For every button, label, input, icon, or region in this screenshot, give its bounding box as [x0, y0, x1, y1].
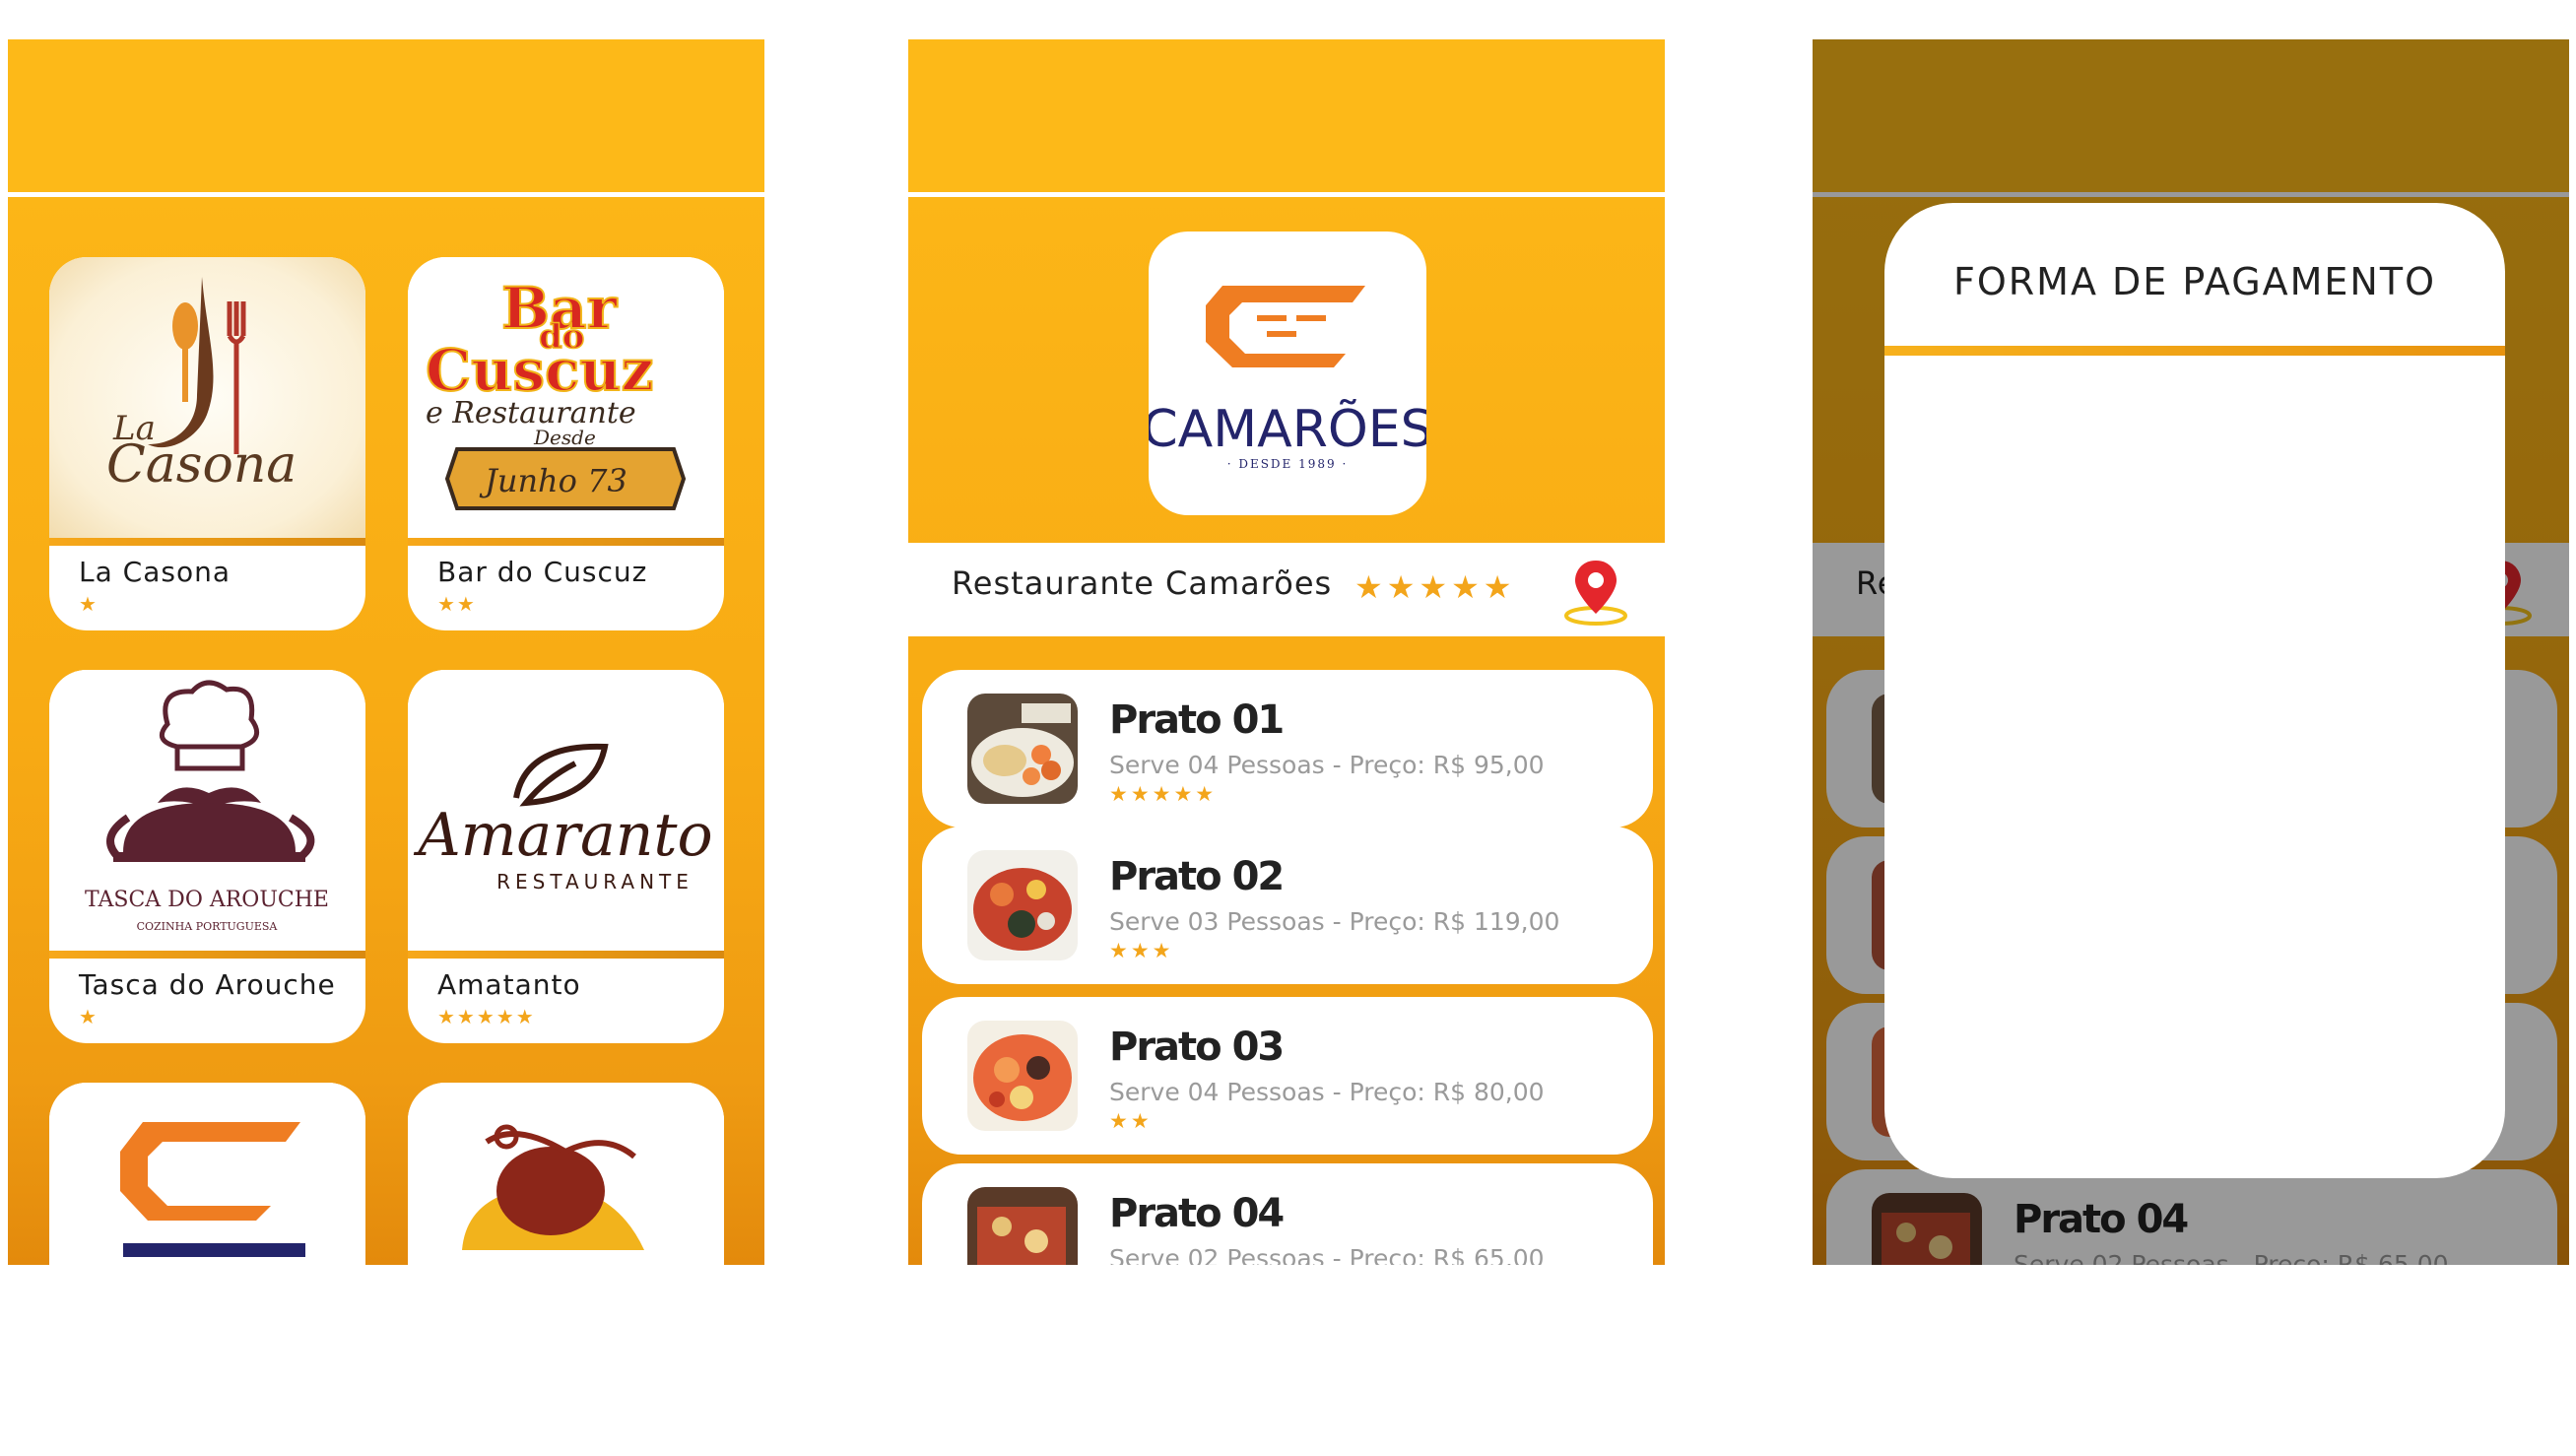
dish-rating: ★★ — [1109, 1109, 1153, 1133]
rating-stars: ★★★★★ — [437, 1005, 536, 1028]
la-casona-logo-text-2: Casona — [106, 435, 297, 495]
dish-description: Serve 04 Pessoas - Preço: R$ 80,00 — [1109, 1078, 1545, 1106]
amaranto-logo: Amaranto RESTAURANTE — [408, 670, 724, 951]
restaurant-info-bar: Restaurante Camarões ★★★★★ — [908, 543, 1665, 636]
card-separator — [408, 538, 724, 546]
cuscuz-logo-text-3: Cuscuz — [426, 337, 653, 404]
card-separator — [408, 951, 724, 959]
dish-photo — [967, 1187, 1078, 1265]
amaranto-logo-text-1: Amaranto — [413, 801, 712, 870]
dish-description: Serve 03 Pessoas - Preço: R$ 119,00 — [1109, 907, 1560, 936]
card-separator — [49, 951, 365, 959]
restaurant-logo: CAMARÕES · DESDE 1989 · — [1142, 232, 1433, 515]
dish-description: Serve 02 Pessoas - Preço: R$ 65,00 — [1109, 1244, 1545, 1265]
dish-rating: ★★★ — [1109, 939, 1174, 962]
restaurant-logo-partial — [408, 1083, 724, 1265]
dish-photo — [967, 694, 1078, 804]
restaurant-card-tasca-do-arouche[interactable]: TASCA DO AROUCHE COZINHA PORTUGUESA Tasc… — [49, 670, 365, 1043]
dish-card-1[interactable]: Prato 01 Serve 04 Pessoas - Preço: R$ 95… — [922, 670, 1653, 827]
dish-title: Prato 02 — [1109, 854, 1285, 899]
screen-restaurant-menu: CAMARÕES · DESDE 1989 · Restaurante Cama… — [908, 39, 1665, 1265]
top-bar — [908, 39, 1665, 192]
restaurant-rating: ★★★★★ — [1354, 568, 1516, 606]
top-divider — [908, 192, 1665, 197]
restaurant-name: Amatanto — [437, 968, 581, 1001]
dish-rating: ★★★★★ — [1109, 782, 1218, 806]
top-bar — [8, 39, 764, 192]
dish-photo — [967, 1021, 1078, 1131]
top-divider — [8, 192, 764, 197]
dish-title: Prato 01 — [1109, 697, 1285, 743]
cuscuz-logo-text-5: Desde — [533, 426, 596, 449]
la-casona-logo: La Casona — [49, 257, 365, 538]
brand-subtitle: · DESDE 1989 · — [1227, 457, 1349, 471]
amaranto-logo-text-2: RESTAURANTE — [496, 870, 694, 893]
restaurant-card-partial[interactable] — [408, 1083, 724, 1265]
rating-stars: ★ — [79, 592, 99, 616]
cuscuz-logo-text-4: e Restaurante — [426, 396, 636, 430]
dish-card-3[interactable]: Prato 03 Serve 04 Pessoas - Preço: R$ 80… — [922, 997, 1653, 1155]
dish-photo — [967, 850, 1078, 960]
restaurant-card-amatanto[interactable]: Amaranto RESTAURANTE Amatanto ★★★★★ — [408, 670, 724, 1043]
restaurant-card-camaroes[interactable] — [49, 1083, 365, 1265]
modal-title: FORMA DE PAGAMENTO — [1953, 260, 2436, 303]
screen-restaurant-list: La Casona La Casona ★ Bar do Cuscuz e Re… — [8, 39, 764, 1265]
payment-modal: FORMA DE PAGAMENTO — [1884, 203, 2505, 1178]
restaurant-name: Tasca do Arouche — [79, 968, 336, 1001]
tasca-logo-text-1: TASCA DO AROUCHE — [85, 888, 329, 912]
dish-card-4[interactable]: Prato 04 Serve 02 Pessoas - Preço: R$ 65… — [922, 1163, 1653, 1265]
restaurant-name: Bar do Cuscuz — [437, 556, 648, 588]
camaroes-logo-small — [49, 1083, 365, 1265]
dish-title: Prato 04 — [1109, 1191, 1285, 1236]
restaurant-card-la-casona[interactable]: La Casona La Casona ★ — [49, 257, 365, 630]
card-separator — [49, 538, 365, 546]
bar-do-cuscuz-logo: Bar do Cuscuz e Restaurante Desde Junho … — [408, 257, 724, 538]
brand-name: CAMARÕES — [1149, 399, 1426, 459]
cuscuz-logo-text-6: Junho 73 — [479, 462, 627, 499]
screen-payment-modal: Restaurante Camarões Prato 04 Serve 02 P… — [1813, 39, 2569, 1265]
restaurant-card-bar-do-cuscuz[interactable]: Bar do Cuscuz e Restaurante Desde Junho … — [408, 257, 724, 630]
restaurant-name: La Casona — [79, 556, 231, 588]
rating-stars: ★ — [79, 1005, 99, 1028]
modal-title-divider — [1884, 346, 2505, 356]
dish-card-2[interactable]: Prato 02 Serve 03 Pessoas - Preço: R$ 11… — [922, 827, 1653, 984]
tasca-do-arouche-logo: TASCA DO AROUCHE COZINHA PORTUGUESA — [49, 670, 365, 951]
location-pin-icon[interactable] — [1561, 557, 1630, 629]
rating-stars: ★★ — [437, 592, 477, 616]
dish-description: Serve 04 Pessoas - Preço: R$ 95,00 — [1109, 751, 1545, 779]
dish-title: Prato 03 — [1109, 1025, 1285, 1070]
tasca-logo-text-2: COZINHA PORTUGUESA — [137, 920, 279, 933]
restaurant-name: Restaurante Camarões — [952, 564, 1333, 602]
